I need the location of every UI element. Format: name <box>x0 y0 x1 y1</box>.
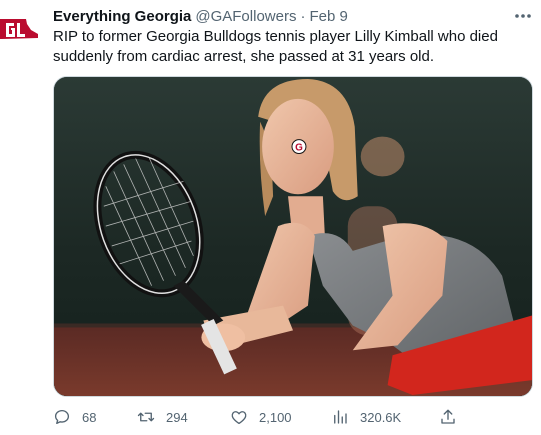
more-horizontal-icon <box>515 14 531 18</box>
reply-icon <box>54 409 70 425</box>
retweet-icon <box>137 412 155 422</box>
tweet-actions: 68 294 2,100 320.6K <box>53 406 473 428</box>
tweet-photo[interactable]: G <box>53 76 533 397</box>
share-icon <box>441 409 455 424</box>
uga-g-badge: G <box>295 143 303 154</box>
share-button[interactable] <box>439 408 468 426</box>
views-button[interactable]: 320.6K <box>331 408 401 426</box>
reply-button[interactable]: 68 <box>53 408 96 426</box>
header-separator: · <box>300 8 306 25</box>
tweet-date[interactable]: Feb 9 <box>309 7 347 27</box>
heart-icon <box>231 411 247 425</box>
tweet-text: RIP to former Georgia Bulldogs tennis pl… <box>53 28 498 65</box>
views-count: 320.6K <box>360 409 402 425</box>
retweet-count: 294 <box>166 409 188 425</box>
tweet[interactable]: Everything Georgia @GAFollowers · Feb 9 … <box>0 0 541 435</box>
georgia-g-logo-icon <box>0 19 38 39</box>
more-options-button[interactable] <box>510 6 536 26</box>
retweet-button[interactable]: 294 <box>137 408 188 426</box>
like-button[interactable]: 2,100 <box>230 408 292 426</box>
like-count: 2,100 <box>259 409 292 425</box>
reply-count: 68 <box>82 409 97 425</box>
author-avatar[interactable] <box>0 8 40 48</box>
tennis-player-photo: G <box>54 77 532 396</box>
analytics-icon <box>334 410 347 424</box>
tweet-header: Everything Georgia @GAFollowers · Feb 9 <box>53 7 501 27</box>
author-handle[interactable]: @GAFollowers <box>195 7 296 27</box>
author-display-name[interactable]: Everything Georgia <box>53 7 191 27</box>
